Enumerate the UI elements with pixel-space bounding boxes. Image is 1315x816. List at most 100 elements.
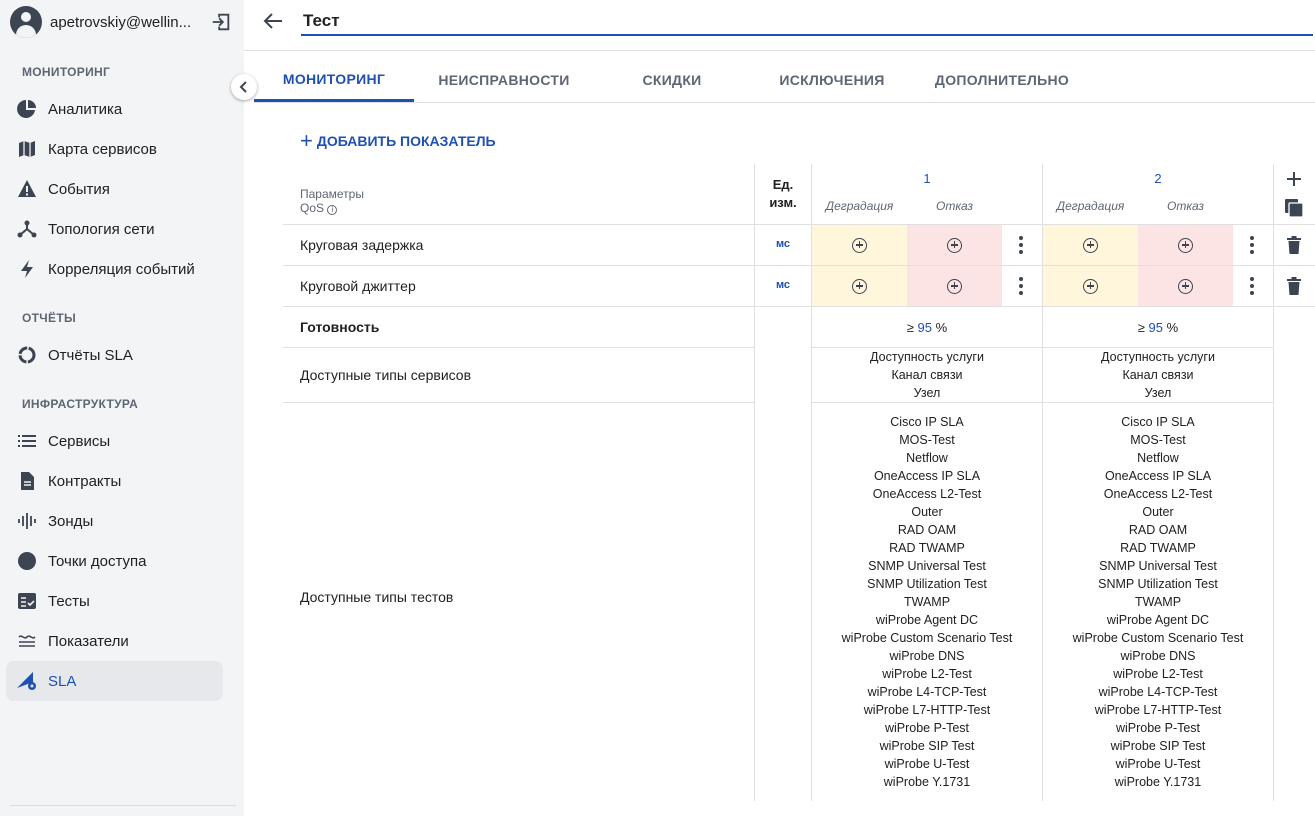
title-input[interactable] [301,8,1313,36]
more-vert-icon[interactable] [1244,233,1260,257]
map-icon [16,138,38,160]
availability-value[interactable]: ≥ 95 % [812,320,1042,335]
degradation-cell[interactable] [812,225,907,265]
column-number: 2 [1154,171,1162,186]
list-item: wiProbe Agent DC [875,613,979,627]
warning-icon [16,178,38,200]
list-item: SNMP Utilization Test [1098,577,1218,591]
list-item: wiProbe L7-HTTP-Test [1094,703,1222,717]
more-vert-icon[interactable] [1013,274,1029,298]
add-circle-icon[interactable] [1178,278,1193,294]
unit-header-line2: изм. [769,195,797,210]
back-arrow-icon[interactable] [262,10,284,32]
collapse-sidebar-button[interactable] [231,74,257,100]
list-item: wiProbe U-Test [884,757,970,771]
list-item: RAD OAM [1128,523,1188,537]
add-indicator-button[interactable]: + ДОБАВИТЬ ПОКАЗАТЕЛЬ [300,130,496,152]
failure-header: Отказ [936,199,973,213]
logout-icon[interactable] [210,11,232,33]
sidebar-item-events[interactable]: События [6,169,223,209]
sidebar-item-service-map[interactable]: Карта сервисов [6,129,223,169]
sidebar: apetrovskiy@wellin... МОНИТОРИНГ Аналити… [0,0,244,816]
add-circle-icon[interactable] [852,237,867,253]
list-item: RAD TWAMP [889,541,965,555]
add-column-button[interactable] [1283,168,1305,190]
failure-cell[interactable] [907,225,1002,265]
list-item: Cisco IP SLA [890,415,964,429]
delete-row-button[interactable] [1283,234,1305,256]
tab-faults[interactable]: НЕИСПРАВНОСТИ [424,58,584,102]
list-item: Канал связи [1122,368,1194,382]
failure-cell[interactable] [1138,266,1233,306]
list-item: wiProbe L4-TCP-Test [867,685,987,699]
pie-chart-icon [16,98,38,120]
sidebar-item-tests[interactable]: Тесты [6,581,223,621]
availability-number: 95 [1148,320,1164,335]
unit-header-line1: Ед. [772,177,794,192]
chevron-left-icon [239,81,247,93]
degradation-cell[interactable] [1043,225,1138,265]
list-item: RAD TWAMP [1120,541,1196,555]
list-item: Netflow [906,451,948,465]
list-item: TWAMP [903,595,951,609]
sidebar-item-sla[interactable]: SLA [6,661,223,701]
sidebar-item-analytics[interactable]: Аналитика [6,89,223,129]
sidebar-item-services[interactable]: Сервисы [6,421,223,461]
availability-value[interactable]: ≥ 95 % [1043,320,1273,335]
delete-row-button[interactable] [1283,275,1305,297]
availability-operator: ≥ [1137,320,1145,335]
sidebar-item-indicators[interactable]: Показатели [6,621,223,661]
list-item: Доступность услуги [1101,350,1215,364]
indicators-icon [16,630,38,652]
document-icon [16,470,38,492]
list-item: wiProbe L2-Test [1113,667,1203,681]
list-item: SNMP Utilization Test [867,577,987,591]
more-vert-icon[interactable] [1244,274,1260,298]
add-circle-icon[interactable] [1083,237,1098,253]
list-item: Узел [1144,386,1172,400]
sidebar-item-probes[interactable]: Зонды [6,501,223,541]
sidebar-item-access-points[interactable]: Точки доступа [6,541,223,581]
row-label: Круговая задержка [300,237,424,253]
list-item: wiProbe Custom Scenario Test [841,631,1013,645]
avatar[interactable] [10,6,42,38]
sidebar-item-contracts[interactable]: Контракты [6,461,223,501]
list-item: Канал связи [891,368,963,382]
sidebar-item-label: Зонды [48,512,94,530]
sidebar-item-topology[interactable]: Топология сети [6,209,223,249]
user-profile[interactable]: apetrovskiy@wellin... [10,6,234,38]
tab-exclusions[interactable]: ИСКЛЮЧЕНИЯ [752,58,912,102]
degradation-header: Деградация [1056,199,1125,213]
failure-cell[interactable] [907,266,1002,306]
list-item: wiProbe SIP Test [879,739,975,753]
copy-column-button[interactable] [1283,197,1305,219]
add-circle-icon[interactable] [947,278,962,294]
trash-icon [1287,236,1301,254]
list-item: wiProbe DNS [1120,649,1196,663]
tab-discounts[interactable]: СКИДКИ [592,58,752,102]
more-vert-icon[interactable] [1013,233,1029,257]
availability-operator: ≥ [906,320,914,335]
user-name: apetrovskiy@wellin... [50,13,192,31]
sidebar-item-label: События [48,180,110,198]
add-circle-icon[interactable] [852,278,867,294]
add-circle-icon[interactable] [1083,278,1098,294]
sidebar-item-event-correlation[interactable]: Корреляция событий [6,249,223,289]
sidebar-item-label: Карта сервисов [48,140,157,158]
params-header: Параметры QoS i [300,187,364,215]
test-types-list: Cisco IP SLA MOS-Test Netflow OneAccess IP … [812,413,1042,791]
list-item: Cisco IP SLA [1121,415,1195,429]
add-circle-icon[interactable] [1178,237,1193,253]
list-item: wiProbe Custom Scenario Test [1072,631,1244,645]
tab-monitoring[interactable]: МОНИТОРИНГ [254,58,414,102]
degradation-cell[interactable] [812,266,907,306]
degradation-cell[interactable] [1043,266,1138,306]
sidebar-item-sla-reports[interactable]: Отчёты SLA [6,335,223,375]
add-circle-icon[interactable] [947,237,962,253]
failure-cell[interactable] [1138,225,1233,265]
tab-additional[interactable]: ДОПОЛНИТЕЛЬНО [922,58,1082,102]
section-infrastructure: ИНФРАСТРУКТУРА [22,397,139,411]
sla-icon [16,670,38,692]
info-icon[interactable]: i [327,205,338,215]
list-item: wiProbe P-Test [1115,721,1201,735]
